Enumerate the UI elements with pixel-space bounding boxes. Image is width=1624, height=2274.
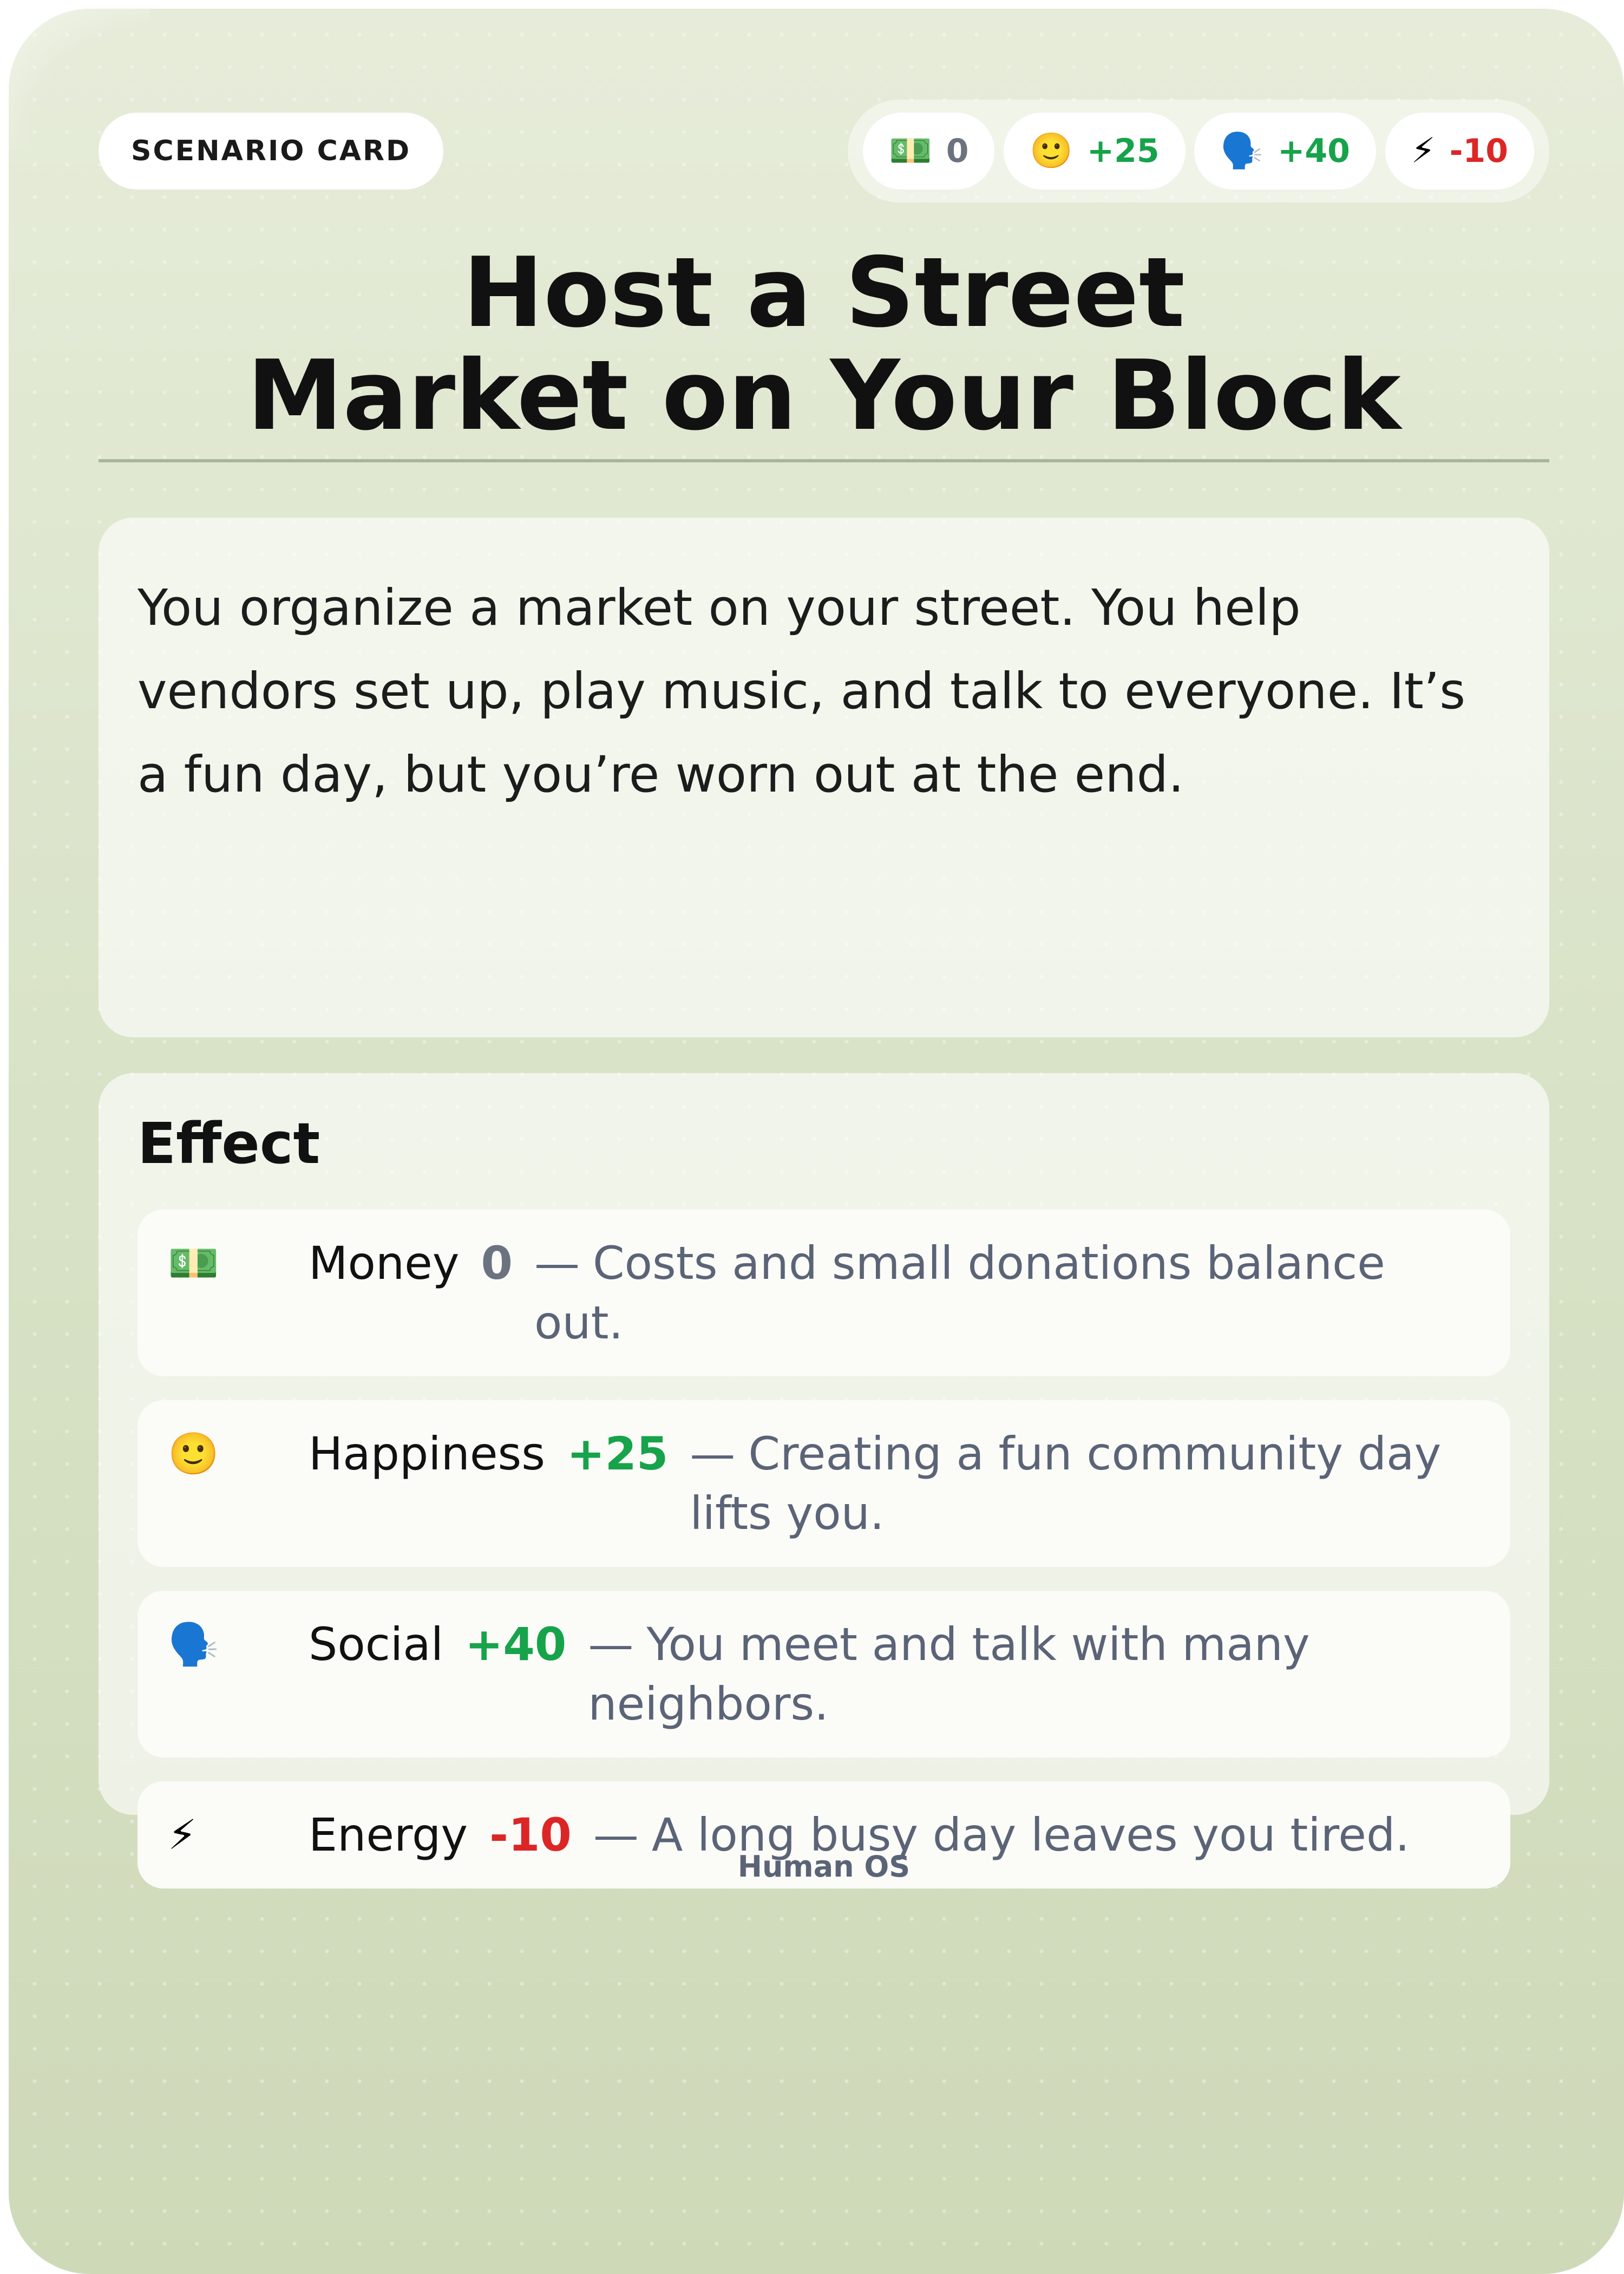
stat-chip-energy: ⚡ -10 <box>1385 113 1534 190</box>
effect-panel: Effect 💵 Money 0 — Costs and small donati… <box>99 1073 1549 1889</box>
speaking-head-icon: 🗣️ <box>168 1620 219 1668</box>
description-panel: You organize a market on your street. Yo… <box>99 518 1549 1037</box>
scenario-description: You organize a market on your street. Yo… <box>137 579 1466 803</box>
effect-dash: — <box>690 1427 736 1480</box>
effect-row-happiness: 🙂 Happiness +25 — Creating a fun communit… <box>137 1400 1510 1567</box>
effect-name: Happiness <box>309 1427 546 1480</box>
scenario-card: SCENARIO CARD 💵 0 🙂 +25 🗣️ +40 ⚡ -10 Hos… <box>9 9 1624 2274</box>
card-title-line-2: Market on Your Block <box>247 339 1401 452</box>
effect-description-text: Creating a fun community day lifts you. <box>690 1427 1442 1540</box>
stat-chip-money: 💵 0 <box>863 113 995 190</box>
effect-value: 0 <box>481 1237 513 1290</box>
lightning-icon: ⚡ <box>1411 131 1436 171</box>
effect-description-text: You meet and talk with many neighbors. <box>588 1618 1310 1730</box>
effect-dash: — <box>588 1618 634 1671</box>
effect-row-money: 💵 Money 0 — Costs and small donations bal… <box>137 1210 1510 1376</box>
title-divider <box>99 459 1549 462</box>
card-title: Host a Street Market on Your Block <box>99 241 1549 447</box>
effect-description: — Costs and small donations balance out. <box>534 1233 1480 1352</box>
effect-value: +25 <box>567 1427 669 1480</box>
effect-value: +40 <box>465 1618 567 1671</box>
effect-heading: Effect <box>137 1110 320 1177</box>
smiley-icon: 🙂 <box>1030 131 1073 171</box>
stat-value-social: +40 <box>1278 132 1350 170</box>
effect-description-text: Costs and small donations balance out. <box>534 1237 1385 1349</box>
stat-chip-happiness: 🙂 +25 <box>1004 113 1186 190</box>
stat-value-happiness: +25 <box>1086 132 1160 170</box>
money-icon: 💵 <box>889 131 932 171</box>
speaking-head-icon: 🗣️ <box>1220 131 1264 171</box>
stat-chip-social: 🗣️ +40 <box>1194 113 1376 190</box>
money-icon: 💵 <box>168 1239 219 1287</box>
card-title-line-1: Host a Street <box>463 237 1185 349</box>
stats-summary-bar: 💵 0 🙂 +25 🗣️ +40 ⚡ -10 <box>848 100 1549 202</box>
footer-brand: Human OS <box>737 1850 911 1884</box>
effect-name: Money <box>309 1237 460 1290</box>
stat-value-money: 0 <box>946 132 969 170</box>
effect-row-social: 🗣️ Social +40 — You meet and talk with ma… <box>137 1591 1510 1757</box>
card-type-badge: SCENARIO CARD <box>99 113 444 190</box>
stat-value-energy: -10 <box>1449 132 1508 170</box>
effect-description: — Creating a fun community day lifts you. <box>690 1424 1480 1543</box>
smiley-icon: 🙂 <box>168 1429 219 1478</box>
effect-name: Social <box>309 1618 444 1671</box>
effect-dash: — <box>534 1237 580 1290</box>
effect-description: — You meet and talk with many neighbors. <box>588 1615 1480 1734</box>
